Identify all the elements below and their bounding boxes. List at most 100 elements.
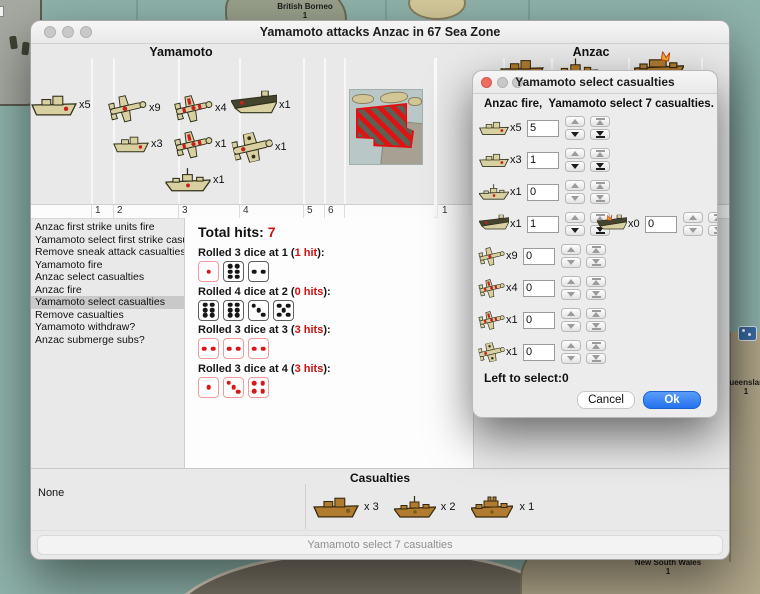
japan-unit-group: x5	[31, 90, 91, 120]
casualty-count-input[interactable]	[523, 247, 555, 265]
dice-roll-label: Rolled 3 dice at 4 (3 hits):	[198, 363, 331, 375]
decrement-button[interactable]	[561, 289, 581, 300]
die-pip	[227, 307, 233, 313]
battle-step-item: Yamamoto fire	[35, 258, 103, 271]
increment-button[interactable]	[561, 276, 581, 287]
dialog-titlebar[interactable]: Yamamoto select casualties	[473, 71, 717, 94]
battle-step-item: Remove sneak attack casualties	[35, 246, 184, 258]
die-pip	[234, 274, 240, 280]
up-arrow-icon	[595, 118, 605, 126]
decrement-min-button[interactable]	[586, 289, 606, 300]
up-arrow-icon	[571, 151, 579, 156]
thumbnail-island	[379, 90, 409, 105]
battle-step-item: Yamamoto select casualties	[31, 296, 184, 309]
down-arrow-icon	[567, 260, 575, 265]
increment-button[interactable]	[561, 244, 581, 255]
unit-count-label: x4	[215, 102, 227, 114]
decrement-min-button[interactable]	[586, 257, 606, 268]
decrement-min-button[interactable]	[590, 161, 610, 172]
casualty-count-input[interactable]	[645, 215, 677, 233]
dice-roll-text: Rolled 4 dice at 2 (	[198, 285, 295, 298]
casualty-count-input[interactable]	[527, 183, 559, 201]
decrement-min-button[interactable]	[590, 129, 610, 140]
increment-max-button[interactable]	[586, 308, 606, 319]
column-divider	[324, 205, 325, 218]
up-arrow-icon	[591, 278, 601, 286]
fighter-striped-icon	[172, 90, 215, 126]
decrement-button[interactable]	[565, 161, 585, 172]
casualty-count-input[interactable]	[523, 279, 555, 297]
down-arrow-icon	[591, 322, 601, 331]
cancel-button[interactable]: Cancel	[577, 391, 635, 409]
die-pip	[234, 269, 240, 274]
bomber-icon	[477, 339, 507, 364]
battle-window-titlebar[interactable]: Yamamoto attacks Anzac in 67 Sea Zone	[31, 21, 729, 44]
die-pip	[202, 313, 208, 318]
decrement-button[interactable]	[561, 257, 581, 268]
casualty-count-input[interactable]	[523, 343, 555, 361]
column-divider	[113, 205, 114, 218]
casualty-count-input[interactable]	[523, 311, 555, 329]
increment-max-button[interactable]	[590, 148, 610, 159]
die-face-6	[223, 299, 244, 321]
unit-count-label: x 1	[516, 501, 535, 513]
dice-roll-label: Rolled 3 dice at 3 (3 hits):	[198, 324, 331, 336]
die-pip	[234, 263, 240, 269]
increment-max-button[interactable]	[590, 116, 610, 127]
decrement-button[interactable]	[561, 321, 581, 332]
decrement-min-button[interactable]	[708, 225, 717, 236]
die-face-1	[198, 376, 219, 398]
increment-button[interactable]	[565, 180, 585, 191]
decrement-min-button[interactable]	[586, 321, 606, 332]
up-arrow-icon	[591, 310, 601, 318]
increment-button[interactable]	[561, 308, 581, 319]
decrement-button[interactable]	[565, 129, 585, 140]
casualty-count-input[interactable]	[527, 151, 559, 169]
ok-button[interactable]: Ok	[643, 391, 701, 409]
die-face-2	[248, 338, 269, 360]
decrement-button[interactable]	[683, 225, 703, 236]
bomber-icon	[230, 128, 276, 166]
decrement-button[interactable]	[565, 193, 585, 204]
increment-max-button[interactable]	[586, 244, 606, 255]
increment-max-button[interactable]	[590, 180, 610, 191]
dice-roll-text: ):	[323, 362, 331, 375]
die-pip	[252, 380, 257, 386]
increment-button[interactable]	[565, 212, 585, 223]
increment-max-button[interactable]	[586, 276, 606, 287]
up-arrow-icon	[591, 342, 601, 350]
die-face-3	[223, 376, 244, 398]
japan-unit-group: x9	[109, 94, 161, 122]
japan-unit-group: x3	[113, 132, 163, 156]
dice-roll-hits: 3 hits	[294, 362, 324, 375]
increment-button[interactable]	[565, 148, 585, 159]
increment-button[interactable]	[565, 116, 585, 127]
map-label-new-south-wales: New South Wales 1	[608, 558, 728, 576]
die-face-5	[273, 299, 294, 321]
increment-button[interactable]	[683, 212, 703, 223]
decrement-min-button[interactable]	[586, 353, 606, 364]
fighter-striped-icon	[477, 275, 507, 300]
decrement-min-button[interactable]	[590, 193, 610, 204]
dice-value-column-label: 5	[307, 205, 313, 216]
decrement-button[interactable]	[565, 225, 585, 236]
unit-count-label: x9	[149, 102, 161, 114]
unit-count-label: x1	[510, 218, 522, 230]
battle-step-item: Anzac submerge subs?	[35, 333, 145, 346]
increment-max-button[interactable]	[708, 212, 717, 223]
japan-unit-group: x1	[233, 132, 287, 162]
fighter-icon	[106, 90, 149, 126]
casualty-row: x5	[479, 114, 610, 142]
die-pip	[276, 312, 282, 317]
decrement-button[interactable]	[561, 353, 581, 364]
dice-roll-hits: 3 hits	[294, 324, 324, 337]
casualty-count-input[interactable]	[527, 119, 559, 137]
increment-button[interactable]	[561, 340, 581, 351]
die-pip	[260, 312, 266, 317]
transport-icon	[113, 132, 149, 156]
die-pip	[285, 303, 291, 308]
casualty-count-input[interactable]	[527, 215, 559, 233]
die-pip	[251, 346, 257, 351]
increment-max-button[interactable]	[586, 340, 606, 351]
spinner-buttons	[565, 180, 610, 204]
